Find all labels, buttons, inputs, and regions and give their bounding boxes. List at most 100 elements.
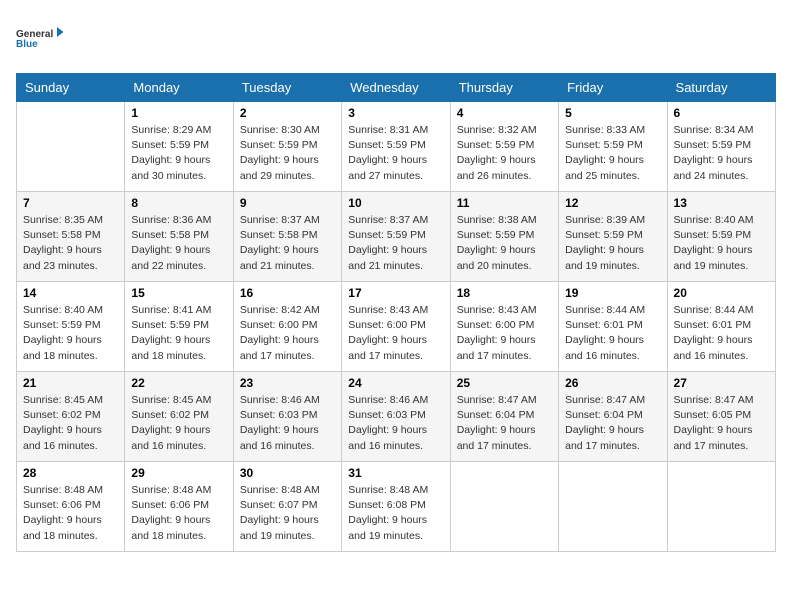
day-info: Sunrise: 8:35 AMSunset: 5:58 PMDaylight:… [23,213,118,274]
column-header-monday: Monday [125,74,233,102]
week-row-1: 1 Sunrise: 8:29 AMSunset: 5:59 PMDaylight… [17,102,776,192]
day-info: Sunrise: 8:41 AMSunset: 5:59 PMDaylight:… [131,303,226,364]
calendar-cell: 26Sunrise: 8:47 AMSunset: 6:04 PMDayligh… [559,372,667,462]
calendar-cell: 22 Sunrise: 8:45 AMSunset: 6:02 PMDayligh… [125,372,233,462]
day-number: 22 [131,376,226,390]
day-info: Sunrise: 8:44 AMSunset: 6:01 PMDaylight:… [565,303,660,364]
day-number: 9 [240,196,335,210]
day-number: 19 [565,286,660,300]
calendar-cell: 9 Sunrise: 8:37 AMSunset: 5:58 PMDaylight… [233,192,341,282]
day-info: Sunrise: 8:37 AMSunset: 5:59 PMDaylight:… [348,213,443,274]
day-info: Sunrise: 8:29 AMSunset: 5:59 PMDaylight:… [131,123,226,184]
calendar-cell: 14 Sunrise: 8:40 AMSunset: 5:59 PMDayligh… [17,282,125,372]
day-info: Sunrise: 8:46 AMSunset: 6:03 PMDaylight:… [348,393,443,454]
day-number: 23 [240,376,335,390]
day-number: 30 [240,466,335,480]
calendar-cell: 21 Sunrise: 8:45 AMSunset: 6:02 PMDayligh… [17,372,125,462]
calendar-cell: 12 Sunrise: 8:39 AMSunset: 5:59 PMDayligh… [559,192,667,282]
calendar-cell: 8 Sunrise: 8:36 AMSunset: 5:58 PMDaylight… [125,192,233,282]
day-info: Sunrise: 8:34 AMSunset: 5:59 PMDaylight:… [674,123,769,184]
day-number: 16 [240,286,335,300]
day-number: 11 [457,196,552,210]
day-info: Sunrise: 8:39 AMSunset: 5:59 PMDaylight:… [565,213,660,274]
day-number: 21 [23,376,118,390]
day-info: Sunrise: 8:43 AMSunset: 6:00 PMDaylight:… [457,303,552,364]
day-info: Sunrise: 8:48 AMSunset: 6:06 PMDaylight:… [23,483,118,544]
week-row-4: 21 Sunrise: 8:45 AMSunset: 6:02 PMDayligh… [17,372,776,462]
day-info: Sunrise: 8:45 AMSunset: 6:02 PMDaylight:… [131,393,226,454]
day-number: 24 [348,376,443,390]
calendar-cell: 5 Sunrise: 8:33 AMSunset: 5:59 PMDaylight… [559,102,667,192]
day-number: 20 [674,286,769,300]
day-info: Sunrise: 8:32 AMSunset: 5:59 PMDaylight:… [457,123,552,184]
day-number: 13 [674,196,769,210]
day-info: Sunrise: 8:45 AMSunset: 6:02 PMDaylight:… [23,393,118,454]
header: General Blue [16,16,776,61]
day-info: Sunrise: 8:37 AMSunset: 5:58 PMDaylight:… [240,213,335,274]
day-number: 29 [131,466,226,480]
day-number: 2 [240,106,335,120]
week-row-2: 7 Sunrise: 8:35 AMSunset: 5:58 PMDaylight… [17,192,776,282]
logo-svg: General Blue [16,16,66,61]
day-info: Sunrise: 8:48 AMSunset: 6:08 PMDaylight:… [348,483,443,544]
day-number: 12 [565,196,660,210]
calendar-cell: 2Sunrise: 8:30 AMSunset: 5:59 PMDaylight… [233,102,341,192]
day-info: Sunrise: 8:36 AMSunset: 5:58 PMDaylight:… [131,213,226,274]
calendar-cell: 24 Sunrise: 8:46 AMSunset: 6:03 PMDayligh… [342,372,450,462]
day-info: Sunrise: 8:40 AMSunset: 5:59 PMDaylight:… [674,213,769,274]
day-number: 18 [457,286,552,300]
calendar-cell: 29 Sunrise: 8:48 AMSunset: 6:06 PMDayligh… [125,462,233,552]
day-number: 7 [23,196,118,210]
calendar-cell: 20Sunrise: 8:44 AMSunset: 6:01 PMDayligh… [667,282,775,372]
calendar-cell: 23 Sunrise: 8:46 AMSunset: 6:03 PMDayligh… [233,372,341,462]
calendar-cell: 1 Sunrise: 8:29 AMSunset: 5:59 PMDaylight… [125,102,233,192]
day-number: 10 [348,196,443,210]
day-number: 14 [23,286,118,300]
calendar-cell: 3 Sunrise: 8:31 AMSunset: 5:59 PMDaylight… [342,102,450,192]
calendar-table: SundayMondayTuesdayWednesdayThursdayFrid… [16,73,776,552]
calendar-cell: 11 Sunrise: 8:38 AMSunset: 5:59 PMDayligh… [450,192,558,282]
day-number: 4 [457,106,552,120]
calendar-cell [559,462,667,552]
calendar-cell: 4 Sunrise: 8:32 AMSunset: 5:59 PMDaylight… [450,102,558,192]
column-header-sunday: Sunday [17,74,125,102]
day-number: 25 [457,376,552,390]
calendar-cell: 18 Sunrise: 8:43 AMSunset: 6:00 PMDayligh… [450,282,558,372]
day-info: Sunrise: 8:40 AMSunset: 5:59 PMDaylight:… [23,303,118,364]
day-number: 3 [348,106,443,120]
day-number: 1 [131,106,226,120]
day-number: 26 [565,376,660,390]
calendar-cell: 6 Sunrise: 8:34 AMSunset: 5:59 PMDaylight… [667,102,775,192]
column-header-wednesday: Wednesday [342,74,450,102]
day-info: Sunrise: 8:48 AMSunset: 6:06 PMDaylight:… [131,483,226,544]
column-header-tuesday: Tuesday [233,74,341,102]
calendar-cell: 28 Sunrise: 8:48 AMSunset: 6:06 PMDayligh… [17,462,125,552]
calendar-cell: 25Sunrise: 8:47 AMSunset: 6:04 PMDayligh… [450,372,558,462]
calendar-cell [667,462,775,552]
day-info: Sunrise: 8:38 AMSunset: 5:59 PMDaylight:… [457,213,552,274]
day-number: 28 [23,466,118,480]
calendar-cell: 19 Sunrise: 8:44 AMSunset: 6:01 PMDayligh… [559,282,667,372]
calendar-cell: 30Sunrise: 8:48 AMSunset: 6:07 PMDayligh… [233,462,341,552]
day-number: 15 [131,286,226,300]
week-row-5: 28 Sunrise: 8:48 AMSunset: 6:06 PMDayligh… [17,462,776,552]
day-number: 5 [565,106,660,120]
day-info: Sunrise: 8:33 AMSunset: 5:59 PMDaylight:… [565,123,660,184]
column-header-thursday: Thursday [450,74,558,102]
day-number: 8 [131,196,226,210]
day-info: Sunrise: 8:31 AMSunset: 5:59 PMDaylight:… [348,123,443,184]
day-info: Sunrise: 8:43 AMSunset: 6:00 PMDaylight:… [348,303,443,364]
day-info: Sunrise: 8:47 AMSunset: 6:05 PMDaylight:… [674,393,769,454]
calendar-cell: 16Sunrise: 8:42 AMSunset: 6:00 PMDayligh… [233,282,341,372]
calendar-cell: 15 Sunrise: 8:41 AMSunset: 5:59 PMDayligh… [125,282,233,372]
calendar-cell: 10 Sunrise: 8:37 AMSunset: 5:59 PMDayligh… [342,192,450,282]
column-header-friday: Friday [559,74,667,102]
calendar-cell: 13 Sunrise: 8:40 AMSunset: 5:59 PMDayligh… [667,192,775,282]
column-header-saturday: Saturday [667,74,775,102]
calendar-cell [450,462,558,552]
day-number: 6 [674,106,769,120]
calendar-cell: 7 Sunrise: 8:35 AMSunset: 5:58 PMDaylight… [17,192,125,282]
logo: General Blue [16,16,66,61]
day-number: 31 [348,466,443,480]
day-info: Sunrise: 8:46 AMSunset: 6:03 PMDaylight:… [240,393,335,454]
